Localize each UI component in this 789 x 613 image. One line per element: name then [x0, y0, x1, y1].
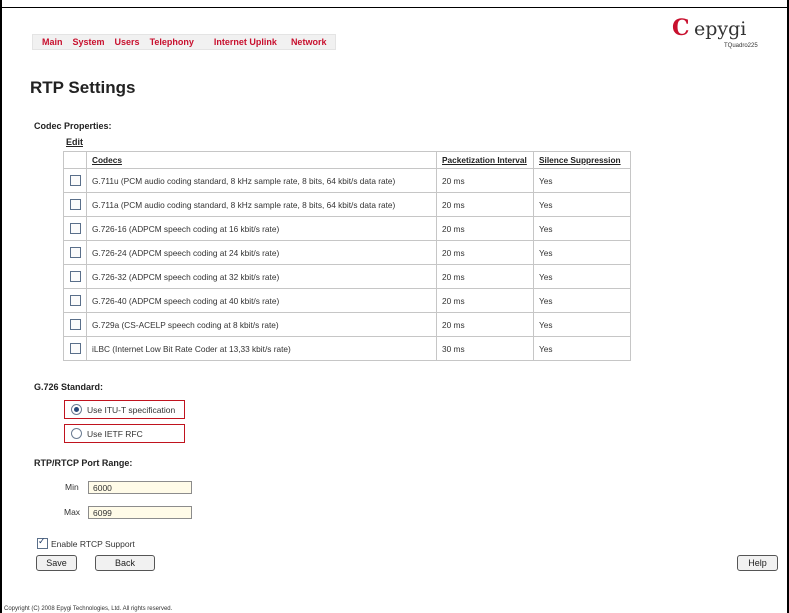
row-checkbox[interactable]: [69, 343, 81, 355]
table-row: G.726-16 (ADPCM speech coding at 16 kbit…: [63, 216, 631, 241]
logo-wordmark: epygi: [694, 18, 747, 40]
nav-item-network[interactable]: Network: [286, 37, 332, 47]
port-range-label: RTP/RTCP Port Range:: [34, 458, 133, 468]
row-checkbox[interactable]: [69, 223, 81, 235]
help-button[interactable]: Help: [737, 555, 778, 571]
edit-link[interactable]: Edit: [66, 137, 83, 147]
interval-cell: 20 ms: [436, 312, 534, 337]
radio-ietf-rfc-label: Use IETF RFC: [87, 428, 143, 439]
enable-rtcp-checkbox[interactable]: Enable RTCP Support: [37, 536, 135, 549]
interval-cell: 20 ms: [436, 264, 534, 289]
radio-itu-t[interactable]: Use ITU-T specification: [64, 400, 185, 419]
min-port-label: Min: [65, 482, 79, 492]
interval-cell: 20 ms: [436, 288, 534, 313]
nav-item-internet-uplink[interactable]: Internet Uplink: [209, 37, 282, 47]
window-top-border: [0, 0, 789, 8]
nav-item-users[interactable]: Users: [110, 37, 145, 47]
codec-cell: G.726-40 (ADPCM speech coding at 40 kbit…: [86, 288, 437, 313]
save-button[interactable]: Save: [36, 555, 77, 571]
header-checkbox-cell: [63, 151, 87, 169]
codec-table: Codecs Packetization Interval Silence Su…: [63, 151, 631, 361]
row-checkbox[interactable]: [69, 319, 81, 331]
table-row: G.726-24 (ADPCM speech coding at 24 kbit…: [63, 240, 631, 265]
table-row: G.726-32 (ADPCM speech coding at 32 kbit…: [63, 264, 631, 289]
top-nav: Main System Users Telephony Internet Upl…: [32, 34, 337, 50]
codec-cell: G.726-32 (ADPCM speech coding at 32 kbit…: [86, 264, 437, 289]
interval-cell: 20 ms: [436, 216, 534, 241]
table-row: G.711a (PCM audio coding standard, 8 kHz…: [63, 192, 631, 217]
interval-cell: 20 ms: [436, 240, 534, 265]
row-checkbox[interactable]: [69, 295, 81, 307]
silence-cell: Yes: [533, 264, 631, 289]
codec-cell: G.726-24 (ADPCM speech coding at 24 kbit…: [86, 240, 437, 265]
nav-item-system[interactable]: System: [68, 37, 110, 47]
radio-unselected-icon: [71, 428, 82, 439]
radio-selected-icon: [71, 404, 82, 415]
silence-cell: Yes: [533, 312, 631, 337]
back-button[interactable]: Back: [95, 555, 155, 571]
enable-rtcp-label: Enable RTCP Support: [51, 538, 135, 549]
silence-cell: Yes: [533, 336, 631, 361]
row-checkbox[interactable]: [69, 271, 81, 283]
silence-cell: Yes: [533, 288, 631, 313]
device-model: TQuadro225: [724, 43, 758, 49]
table-row: iLBC (Internet Low Bit Rate Coder at 13,…: [63, 336, 631, 361]
page-title: RTP Settings: [30, 78, 136, 97]
silence-cell: Yes: [533, 192, 631, 217]
checkbox-checked-icon: [37, 536, 48, 549]
silence-cell: Yes: [533, 240, 631, 265]
nav-item-telephony[interactable]: Telephony: [145, 37, 199, 47]
table-row: G.711u (PCM audio coding standard, 8 kHz…: [63, 168, 631, 193]
codec-properties-label: Codec Properties:: [34, 121, 112, 131]
interval-cell: 20 ms: [436, 168, 534, 193]
column-header-silence[interactable]: Silence Suppression: [533, 151, 631, 169]
row-checkbox[interactable]: [69, 175, 81, 187]
row-checkbox[interactable]: [69, 247, 81, 259]
column-header-packetization[interactable]: Packetization Interval: [436, 151, 534, 169]
column-header-codecs[interactable]: Codecs: [86, 151, 437, 169]
max-port-label: Max: [64, 507, 81, 517]
codec-cell: G.711a (PCM audio coding standard, 8 kHz…: [86, 192, 437, 217]
logo-mark-icon: C: [672, 15, 690, 41]
copyright-footer: Copyright (C) 2008 Epygi Technologies, L…: [4, 606, 173, 612]
table-row: G.726-40 (ADPCM speech coding at 40 kbit…: [63, 288, 631, 313]
codec-cell: G.726-16 (ADPCM speech coding at 16 kbit…: [86, 216, 437, 241]
window-left-border: [0, 0, 2, 613]
codec-cell: G.729a (CS-ACELP speech coding at 8 kbit…: [86, 312, 437, 337]
silence-cell: Yes: [533, 216, 631, 241]
epygi-logo: C epygi TQuadro225: [672, 17, 772, 57]
radio-ietf-rfc[interactable]: Use IETF RFC: [64, 424, 185, 443]
max-port-input[interactable]: [88, 506, 192, 519]
table-row: G.729a (CS-ACELP speech coding at 8 kbit…: [63, 312, 631, 337]
row-checkbox[interactable]: [69, 199, 81, 211]
interval-cell: 30 ms: [436, 336, 534, 361]
min-port-input[interactable]: [88, 481, 192, 494]
g726-standard-label: G.726 Standard:: [34, 382, 104, 392]
codec-cell: iLBC (Internet Low Bit Rate Coder at 13,…: [86, 336, 437, 361]
codec-cell: G.711u (PCM audio coding standard, 8 kHz…: [86, 168, 437, 193]
nav-item-main[interactable]: Main: [37, 37, 68, 47]
silence-cell: Yes: [533, 168, 631, 193]
interval-cell: 20 ms: [436, 192, 534, 217]
table-header-row: Codecs Packetization Interval Silence Su…: [63, 151, 631, 169]
radio-itu-t-label: Use ITU-T specification: [87, 404, 176, 415]
